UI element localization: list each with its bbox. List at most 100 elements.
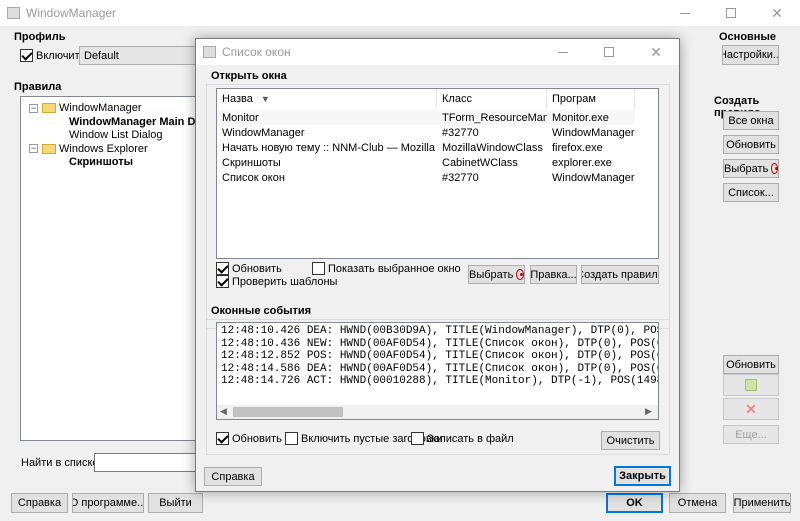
maximize-button[interactable] (708, 0, 754, 26)
window-list-cell: Monitor.exe (552, 111, 609, 124)
windows-list[interactable]: Назва ▼ Класс Програм Monitor TForm_Resou… (216, 88, 659, 259)
side-refresh-button[interactable]: Обновить (723, 355, 779, 374)
maximize-icon (726, 8, 736, 18)
delete-rule-button[interactable]: ✕ (723, 398, 779, 420)
profile-select-value: Default (84, 49, 119, 62)
column-header-name-label: Назва (222, 93, 253, 105)
dialog-app-icon (203, 46, 216, 58)
minimize-icon (558, 51, 568, 53)
dialog-select-button[interactable]: Выбрать (468, 265, 525, 284)
window-list-cell: WindowManager.ex (552, 171, 635, 184)
events-horizontal-scrollbar[interactable]: ◀ ▶ (217, 405, 658, 419)
enable-checkbox[interactable]: Включить (20, 49, 85, 62)
window-list-cell: Список окон (222, 171, 285, 184)
about-button[interactable]: О программе... (72, 493, 144, 513)
show-selected-checkbox[interactable]: Показать выбранное окно (312, 262, 461, 275)
window-list-button[interactable]: Список... (723, 183, 779, 202)
edit-icon (745, 379, 757, 391)
dialog-select-label: Выбрать (469, 268, 514, 281)
scroll-right-icon[interactable]: ▶ (645, 406, 652, 417)
window-list-cell: firefox.exe (552, 141, 603, 154)
collapse-icon[interactable]: − (29, 144, 38, 153)
column-header-name[interactable]: Назва ▼ (217, 89, 437, 109)
scroll-thumb[interactable] (233, 407, 343, 417)
write-file-label: Записать в файл (427, 432, 514, 445)
sort-down-icon: ▼ (260, 94, 270, 104)
window-list-row[interactable]: Скриншоты CabinetWClass explorer.exe (217, 155, 635, 170)
apply-button[interactable]: Применить (733, 493, 791, 513)
edit-button[interactable]: Правка... (530, 265, 577, 284)
create-select-button[interactable]: Выбрать (723, 159, 779, 178)
rules-tree[interactable]: − WindowManager WindowManager Main Dialog W… (20, 96, 221, 441)
window-list-cell: WindowManager (222, 126, 305, 139)
events-refresh-label: Обновить (232, 432, 282, 445)
folder-icon (42, 103, 56, 113)
ok-button[interactable]: OK (606, 493, 663, 513)
tree-item[interactable]: − WindowManager (29, 101, 142, 115)
delete-icon: ✕ (745, 400, 757, 417)
events-refresh-checkbox-box[interactable] (216, 432, 229, 445)
window-list-row[interactable]: Список окон #32770 WindowManager.ex (217, 170, 635, 185)
settings-button[interactable]: Настройки... (722, 45, 779, 65)
edit-rule-button[interactable] (723, 374, 779, 396)
crosshair-icon (771, 163, 778, 174)
events-refresh-checkbox[interactable]: Обновить (216, 432, 282, 445)
crosshair-icon (516, 269, 524, 280)
check-templates-checkbox[interactable]: Проверить шаблоны (216, 275, 337, 288)
main-window-title: WindowManager (26, 6, 117, 20)
events-group-title: Оконные события (211, 305, 312, 317)
check-templates-checkbox-box[interactable] (216, 275, 229, 288)
open-windows-group-title: Открыть окна (211, 70, 287, 82)
basic-group-title: Основные (719, 31, 776, 43)
window-list-row[interactable]: Начать новую тему :: NNM-Club — Mozilla … (217, 140, 635, 155)
find-label: Найти в списке: (21, 457, 102, 469)
find-input[interactable] (94, 453, 204, 472)
dialog-close-action-button[interactable]: Закрыть (614, 466, 671, 486)
column-header-class-label: Класс (442, 93, 472, 105)
main-titlebar: WindowManager ✕ (0, 0, 800, 26)
exit-button[interactable]: Выйти (148, 493, 203, 513)
collapse-icon[interactable]: − (29, 103, 38, 113)
tree-item-label: WindowManager (59, 102, 142, 114)
cancel-button[interactable]: Отмена (669, 493, 726, 513)
enable-checkbox-box[interactable] (20, 49, 33, 62)
close-icon: ✕ (771, 4, 783, 21)
enable-checkbox-label: Включить (36, 49, 86, 62)
event-line: 12:48:12.852 POS: HWND(00AF0D54), TITLE(… (221, 350, 658, 362)
all-windows-button[interactable]: Все окна (723, 111, 779, 130)
tree-item[interactable]: Window List Dialog (69, 128, 163, 142)
minimize-button[interactable] (662, 0, 708, 26)
window-list-row[interactable]: Monitor TForm_ResourceManage Monitor.exe (217, 110, 635, 125)
column-header-program[interactable]: Програм (547, 89, 635, 109)
empty-titles-checkbox-box[interactable] (285, 432, 298, 445)
list-refresh-checkbox-box[interactable] (216, 262, 229, 275)
close-button[interactable]: ✕ (754, 0, 800, 26)
event-line: 12:48:10.436 NEW: HWND(00AF0D54), TITLE(… (221, 337, 658, 350)
clear-button[interactable]: Очистить (601, 431, 660, 450)
help-button[interactable]: Справка (11, 493, 68, 513)
event-line: 12:48:14.726 ACT: HWND(00010288), TITLE(… (221, 375, 658, 387)
dialog-maximize-button[interactable] (586, 39, 632, 65)
app-icon (7, 7, 20, 19)
dialog-create-rule-button[interactable]: Создать правило (581, 265, 659, 284)
list-refresh-checkbox[interactable]: Обновить (216, 262, 282, 275)
window-list-cell: explorer.exe (552, 156, 612, 169)
dialog-close-button[interactable]: ✕ (633, 39, 679, 65)
window-list-cell: Monitor (222, 111, 259, 124)
more-button[interactable]: Еще... (723, 425, 779, 444)
column-header-program-label: Програм (552, 93, 596, 105)
window-list-cell: Скриншоты (222, 156, 281, 169)
create-refresh-button[interactable]: Обновить (723, 135, 779, 154)
profile-select[interactable]: Default (79, 46, 197, 65)
write-file-checkbox[interactable]: Записать в файл (411, 432, 514, 445)
column-header-class[interactable]: Класс (437, 89, 547, 109)
write-file-checkbox-box[interactable] (411, 432, 424, 445)
show-selected-checkbox-box[interactable] (312, 262, 325, 275)
scroll-left-icon[interactable]: ◀ (220, 406, 227, 417)
dialog-minimize-button[interactable] (540, 39, 586, 65)
tree-item[interactable]: Скриншоты (69, 155, 133, 169)
window-list-row[interactable]: WindowManager #32770 WindowManager.ex (217, 125, 635, 140)
events-log[interactable]: 12:48:10.426 DEA: HWND(00B30D9A), TITLE(… (216, 322, 659, 420)
tree-item[interactable]: − Windows Explorer (29, 142, 148, 156)
dialog-help-button[interactable]: Справка (204, 467, 262, 486)
